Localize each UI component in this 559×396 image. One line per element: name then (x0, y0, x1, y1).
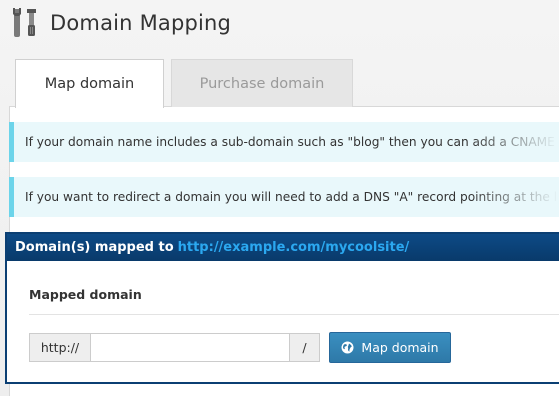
divider (29, 314, 559, 315)
domain-input-group: http:// / (29, 333, 320, 362)
tools-icon (10, 7, 40, 39)
mapped-domain-label: Mapped domain (29, 287, 142, 302)
panel-title: Domain(s) mapped to (15, 240, 174, 255)
notice-subdomain-cname: If your domain name includes a sub-domai… (9, 122, 559, 162)
page-title: Domain Mapping (50, 11, 232, 35)
globe-icon (341, 341, 354, 354)
http-prefix: http:// (29, 333, 90, 362)
map-domain-button[interactable]: Map domain (329, 332, 451, 363)
panel-header: Domain(s) mapped to http://example.com/m… (7, 234, 559, 261)
tab-map-domain[interactable]: Map domain (15, 59, 164, 108)
map-domain-button-label: Map domain (361, 340, 439, 355)
domain-mapping-panel: Domain(s) mapped to http://example.com/m… (5, 232, 559, 384)
page-header: Domain Mapping (10, 6, 231, 40)
site-url-link[interactable]: http://example.com/mycoolsite/ (178, 240, 410, 255)
tab-purchase-domain[interactable]: Purchase domain (171, 59, 353, 107)
slash-suffix: / (290, 333, 320, 362)
notice-dns-a-record: If you want to redirect a domain you wil… (9, 177, 559, 217)
domain-input[interactable] (90, 333, 290, 362)
